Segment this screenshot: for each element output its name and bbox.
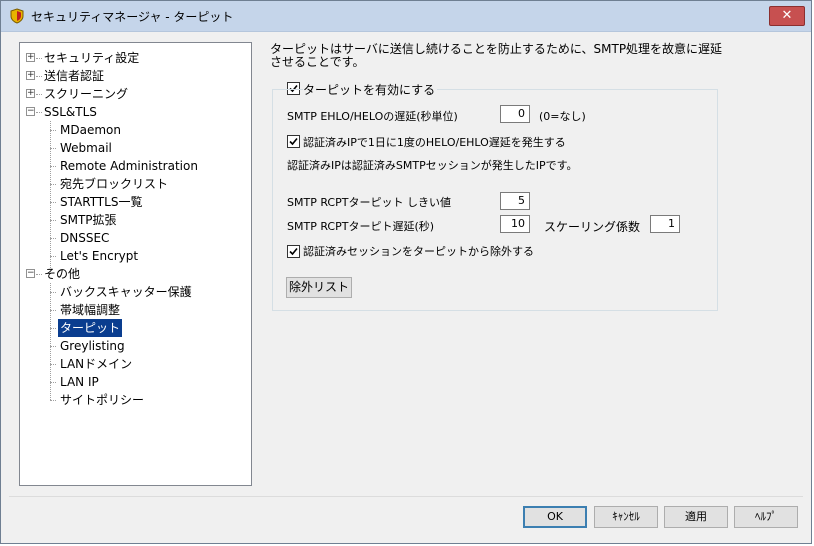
tree-item-label: LAN IP xyxy=(60,375,99,389)
footer-separator xyxy=(9,496,803,497)
auth-ip-note: 認証済みIPは認証済みSMTPセッションが発生したIPです。 xyxy=(287,159,578,172)
tree-connector xyxy=(50,400,56,401)
tree-connector xyxy=(50,346,56,347)
tree-item-label: Let's Encrypt xyxy=(60,249,139,263)
ehlo-delay-label: SMTP EHLO/HELOの遅延(秒単位) xyxy=(287,110,458,123)
ehlo-delay-input[interactable]: 0 xyxy=(500,105,530,123)
tree-item-label: SSL&TLS xyxy=(44,105,97,119)
tree-connector xyxy=(50,328,56,329)
exclusion-list-button[interactable]: 除外リスト xyxy=(286,277,352,298)
tree-item-label: 宛先ブロックリスト xyxy=(60,177,169,191)
tree-item-label: SMTP拡張 xyxy=(60,213,117,227)
tree-item-label: LANドメイン xyxy=(60,357,133,371)
tree-item-label: Greylisting xyxy=(60,339,125,353)
expand-icon[interactable]: + xyxy=(26,89,35,98)
tree-connector xyxy=(50,148,56,149)
tree-item-label: MDaemon xyxy=(60,123,121,137)
tree-item-label: STARTTLS一覧 xyxy=(60,195,143,209)
enable-tarpit-label[interactable]: ターピットを有効にする xyxy=(303,81,438,98)
exclude-auth-checkbox[interactable] xyxy=(287,245,300,258)
tree-connector xyxy=(50,292,56,293)
tree-connector xyxy=(50,382,56,383)
rcpt-threshold-input[interactable]: 5 xyxy=(500,192,530,210)
scaling-factor-label: スケーリング係数 xyxy=(544,220,641,234)
auth-ip-delay-checkbox[interactable] xyxy=(287,135,300,148)
checkmark-icon xyxy=(289,137,298,146)
expand-icon[interactable]: + xyxy=(26,71,35,80)
tree-connector xyxy=(50,238,56,239)
tree-connector xyxy=(50,121,51,274)
tree-connector xyxy=(50,202,56,203)
tree-item-label: DNSSEC xyxy=(60,231,110,245)
expand-icon[interactable]: + xyxy=(26,53,35,62)
security-manager-window: セキュリティマネージャ - ターピット ✕ + セキュリティ設定 + 送信者認証… xyxy=(0,0,812,544)
rcpt-delay-label: SMTP RCPTターピト遅延(秒) xyxy=(287,220,435,233)
tree-item-label: Remote Administration xyxy=(60,159,198,173)
tree-item-label: 帯域幅調整 xyxy=(60,303,121,317)
apply-button[interactable]: 適用 xyxy=(664,506,728,528)
tree-connector xyxy=(50,166,56,167)
exclude-auth-label[interactable]: 認証済みセッションをターピットから除外する xyxy=(303,243,534,259)
checkmark-icon xyxy=(289,247,298,256)
tree-item-label: Webmail xyxy=(60,141,112,155)
tree-item-label: バックスキャッター保護 xyxy=(60,285,192,299)
shield-icon xyxy=(9,8,25,24)
rcpt-delay-input[interactable]: 10 xyxy=(500,215,530,233)
description-line: させることです。 xyxy=(270,55,365,69)
collapse-icon[interactable]: − xyxy=(26,107,35,116)
auth-ip-delay-label[interactable]: 認証済みIPで1日に1度のHELO/EHLO遅延を発生する xyxy=(303,134,566,150)
ok-button[interactable]: OK xyxy=(523,506,587,528)
window-title: セキュリティマネージャ - ターピット xyxy=(31,10,234,24)
tree-item-label: スクリーニング xyxy=(44,87,129,101)
tree-item-label: その他 xyxy=(44,267,81,281)
close-button[interactable]: ✕ xyxy=(769,6,805,26)
tree-item-label: 送信者認証 xyxy=(44,69,105,83)
tree-connector xyxy=(50,364,56,365)
tree-item-label: セキュリティ設定 xyxy=(44,51,140,65)
help-button[interactable]: ﾍﾙﾌﾟ xyxy=(734,506,798,528)
title-bar[interactable]: セキュリティマネージャ - ターピット ✕ xyxy=(1,1,811,32)
ehlo-delay-hint: (0=なし) xyxy=(539,110,586,123)
scaling-factor-input[interactable]: 1 xyxy=(650,215,680,233)
cancel-button[interactable]: ｷｬﾝｾﾙ xyxy=(594,506,658,528)
tree-connector xyxy=(50,310,56,311)
tree-connector xyxy=(50,256,56,257)
collapse-icon[interactable]: − xyxy=(26,269,35,278)
dialog-body: + セキュリティ設定 + 送信者認証 + スクリーニング − SSL&TLS M… xyxy=(9,32,803,535)
tree-item-label: サイトポリシー xyxy=(60,393,145,407)
tree-connector xyxy=(50,220,56,221)
tree-connector xyxy=(50,130,56,131)
rcpt-threshold-label: SMTP RCPTターピット しきい値 xyxy=(287,196,451,209)
tree-connector xyxy=(50,184,56,185)
tree-item-label-selected: ターピット xyxy=(58,319,123,337)
tarpit-description: ターピットはサーバに送信し続けることを防止するために、SMTP処理を故意に遅延 … xyxy=(270,43,750,69)
settings-tree[interactable]: + セキュリティ設定 + 送信者認証 + スクリーニング − SSL&TLS M… xyxy=(19,42,252,486)
